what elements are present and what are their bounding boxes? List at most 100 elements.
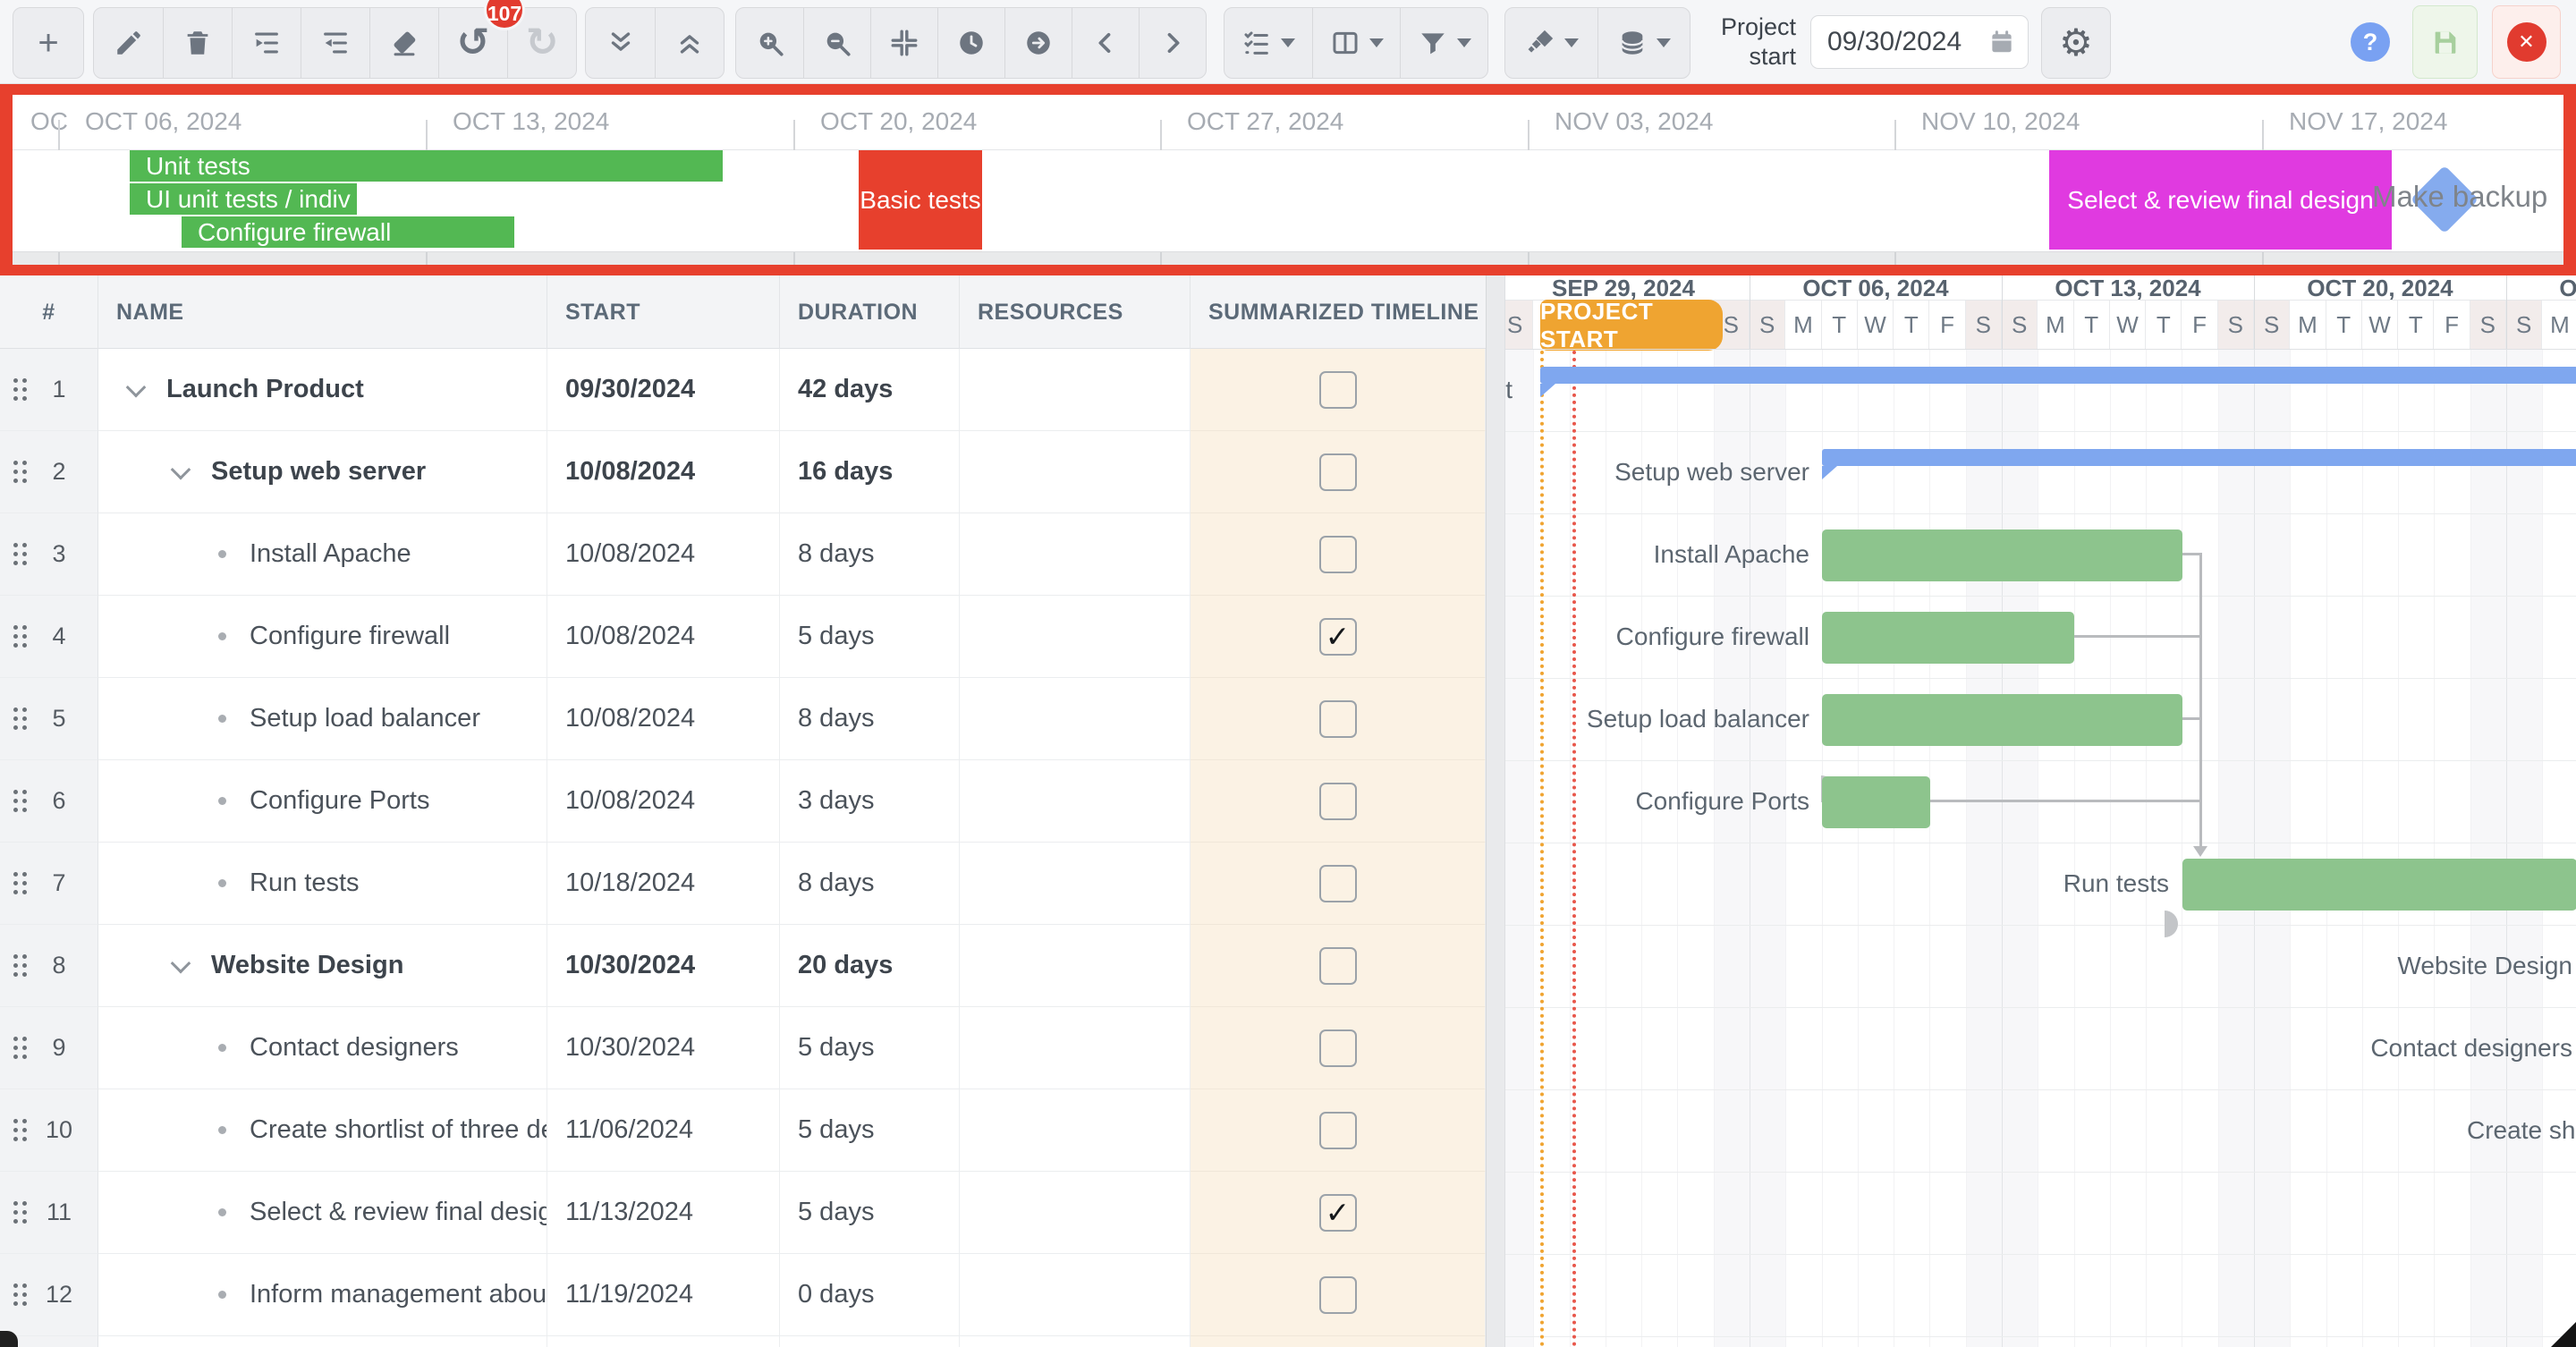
drag-handle-icon[interactable] <box>13 1283 18 1288</box>
row-number-cell[interactable]: 10 <box>0 1089 98 1172</box>
next-time-span-button[interactable] <box>1004 8 1072 78</box>
summarized-checkbox[interactable] <box>1319 947 1357 985</box>
summarized-checkbox[interactable] <box>1319 1276 1357 1314</box>
start-cell[interactable]: 09/30/2024 <box>547 349 780 431</box>
start-cell[interactable]: 10/18/2024 <box>547 843 780 925</box>
summarized-checkbox[interactable] <box>1319 1029 1357 1067</box>
summarized-checkbox[interactable] <box>1319 536 1357 573</box>
row-number-cell[interactable]: 8 <box>0 925 98 1007</box>
start-cell[interactable]: 11/13/2024 <box>547 1172 780 1254</box>
duration-cell[interactable]: 16 days <box>780 431 960 513</box>
overview-scroll-strip[interactable] <box>13 251 2563 265</box>
duration-cell[interactable]: 5 days <box>780 1007 960 1089</box>
name-cell[interactable]: Create shortlist of three designers <box>98 1089 547 1172</box>
drag-handle-icon[interactable] <box>13 954 18 959</box>
drag-handle-icon[interactable] <box>13 790 18 794</box>
row-number-cell[interactable]: 9 <box>0 1007 98 1089</box>
summarized-timeline-cell[interactable] <box>1191 1254 1486 1336</box>
edit-task-button[interactable] <box>94 8 163 78</box>
column-header-duration[interactable]: DURATION <box>780 275 960 349</box>
drag-handle-icon[interactable] <box>13 1037 18 1041</box>
resources-cell[interactable] <box>960 1007 1191 1089</box>
task-bar[interactable] <box>1822 529 2182 581</box>
resources-cell[interactable] <box>960 513 1191 596</box>
row-number-cell[interactable]: 3 <box>0 513 98 596</box>
summarized-checkbox[interactable] <box>1319 1112 1357 1149</box>
summarized-timeline-cell[interactable] <box>1191 431 1486 513</box>
table-row[interactable]: 7Run tests10/18/20248 days <box>0 843 1486 925</box>
column-header-summarized-timeline[interactable]: SUMMARIZED TIMELINE <box>1191 275 1486 349</box>
drag-handle-icon[interactable] <box>13 625 18 630</box>
task-bar[interactable] <box>2182 859 2576 911</box>
row-number-cell[interactable]: 11 <box>0 1172 98 1254</box>
resources-cell[interactable] <box>960 1336 1191 1347</box>
drag-handle-icon[interactable] <box>13 378 18 383</box>
start-cell[interactable]: 10/08/2024 <box>547 596 780 678</box>
resources-cell[interactable] <box>960 431 1191 513</box>
resources-cell[interactable] <box>960 1089 1191 1172</box>
scroll-right-button[interactable] <box>1139 8 1206 78</box>
outdent-button[interactable] <box>301 8 369 78</box>
table-row[interactable]: 8Website Design10/30/202420 days <box>0 925 1486 1007</box>
collapse-chevron-icon[interactable] <box>171 459 191 479</box>
task-bar[interactable] <box>1822 694 2182 746</box>
column-header-resources[interactable]: RESOURCES <box>960 275 1191 349</box>
duration-cell[interactable]: 20 days <box>780 925 960 1007</box>
resources-cell[interactable] <box>960 678 1191 760</box>
drag-handle-icon[interactable] <box>13 461 18 465</box>
start-cell[interactable]: 11/06/2024 <box>547 1089 780 1172</box>
column-header-start[interactable]: START <box>547 275 780 349</box>
summarized-checkbox[interactable] <box>1319 700 1357 738</box>
duration-cell[interactable]: 42 days <box>780 349 960 431</box>
start-cell[interactable]: 10/30/2024 <box>547 925 780 1007</box>
resources-cell[interactable] <box>960 760 1191 843</box>
table-row[interactable]: 4Configure firewall10/08/20245 days✓ <box>0 596 1486 678</box>
duration-cell[interactable]: 8 days <box>780 843 960 925</box>
summarized-timeline-cell[interactable] <box>1191 1336 1486 1347</box>
gantt-chart[interactable]: SEP 29, 2024OCT 06, 2024OCT 13, 2024OCT … <box>1505 275 2576 1347</box>
table-row[interactable]: 9Contact designers10/30/20245 days <box>0 1007 1486 1089</box>
name-cell[interactable]: Website Design <box>98 925 547 1007</box>
table-row[interactable]: 2Setup web server10/08/202416 days <box>0 431 1486 513</box>
drag-handle-icon[interactable] <box>13 707 18 712</box>
duration-cell[interactable]: 8 days <box>780 678 960 760</box>
table-row[interactable]: 12Inform management about decision11/19/… <box>0 1254 1486 1336</box>
add-task-button[interactable]: + <box>13 8 83 78</box>
name-cell[interactable]: Select & review final design <box>98 1172 547 1254</box>
settings-button[interactable]: ⚙ <box>2042 8 2110 78</box>
zoom-in-button[interactable] <box>736 8 803 78</box>
start-cell[interactable]: 10/08/2024 <box>547 431 780 513</box>
start-cell[interactable]: 10/08/2024 <box>547 513 780 596</box>
start-cell[interactable]: 10/08/2024 <box>547 678 780 760</box>
resources-cell[interactable] <box>960 1254 1191 1336</box>
columns-menu-button[interactable] <box>1312 8 1400 78</box>
parent-task-bar[interactable] <box>1540 367 2576 384</box>
row-number-cell[interactable]: 7 <box>0 843 98 925</box>
column-header-number[interactable]: # <box>0 275 98 349</box>
collapse-all-button[interactable] <box>655 8 724 78</box>
name-cell[interactable]: Contact designers <box>98 1007 547 1089</box>
summarized-timeline-cell[interactable] <box>1191 760 1486 843</box>
expand-all-button[interactable] <box>586 8 655 78</box>
duration-cell[interactable]: 5 days <box>780 596 960 678</box>
name-cell[interactable]: Configure Ports <box>98 760 547 843</box>
duration-cell[interactable] <box>780 1336 960 1347</box>
summarized-timeline-cell[interactable]: ✓ <box>1191 1172 1486 1254</box>
name-cell[interactable]: Configure firewall <box>98 596 547 678</box>
summarized-timeline-cell[interactable] <box>1191 1089 1486 1172</box>
name-cell[interactable]: Setup load balancer <box>98 678 547 760</box>
resources-cell[interactable] <box>960 1172 1191 1254</box>
start-cell[interactable]: 10/08/2024 <box>547 760 780 843</box>
help-button[interactable]: ? <box>2351 22 2390 62</box>
filter-menu-button[interactable] <box>1400 8 1487 78</box>
table-row[interactable]: 3Install Apache10/08/20248 days <box>0 513 1486 596</box>
summarized-timeline-cell[interactable] <box>1191 925 1486 1007</box>
arrows-menu-button[interactable] <box>1505 8 1597 78</box>
grid-chart-splitter[interactable] <box>1486 275 1505 1347</box>
zoom-to-fit-button[interactable] <box>870 8 937 78</box>
collapse-chevron-icon[interactable] <box>126 377 147 397</box>
table-row[interactable]: 6Configure Ports10/08/20243 days <box>0 760 1486 843</box>
name-cell[interactable]: Install Apache <box>98 513 547 596</box>
start-cell[interactable]: 11/19/2024 <box>547 1254 780 1336</box>
summarized-checkbox[interactable] <box>1319 371 1357 409</box>
